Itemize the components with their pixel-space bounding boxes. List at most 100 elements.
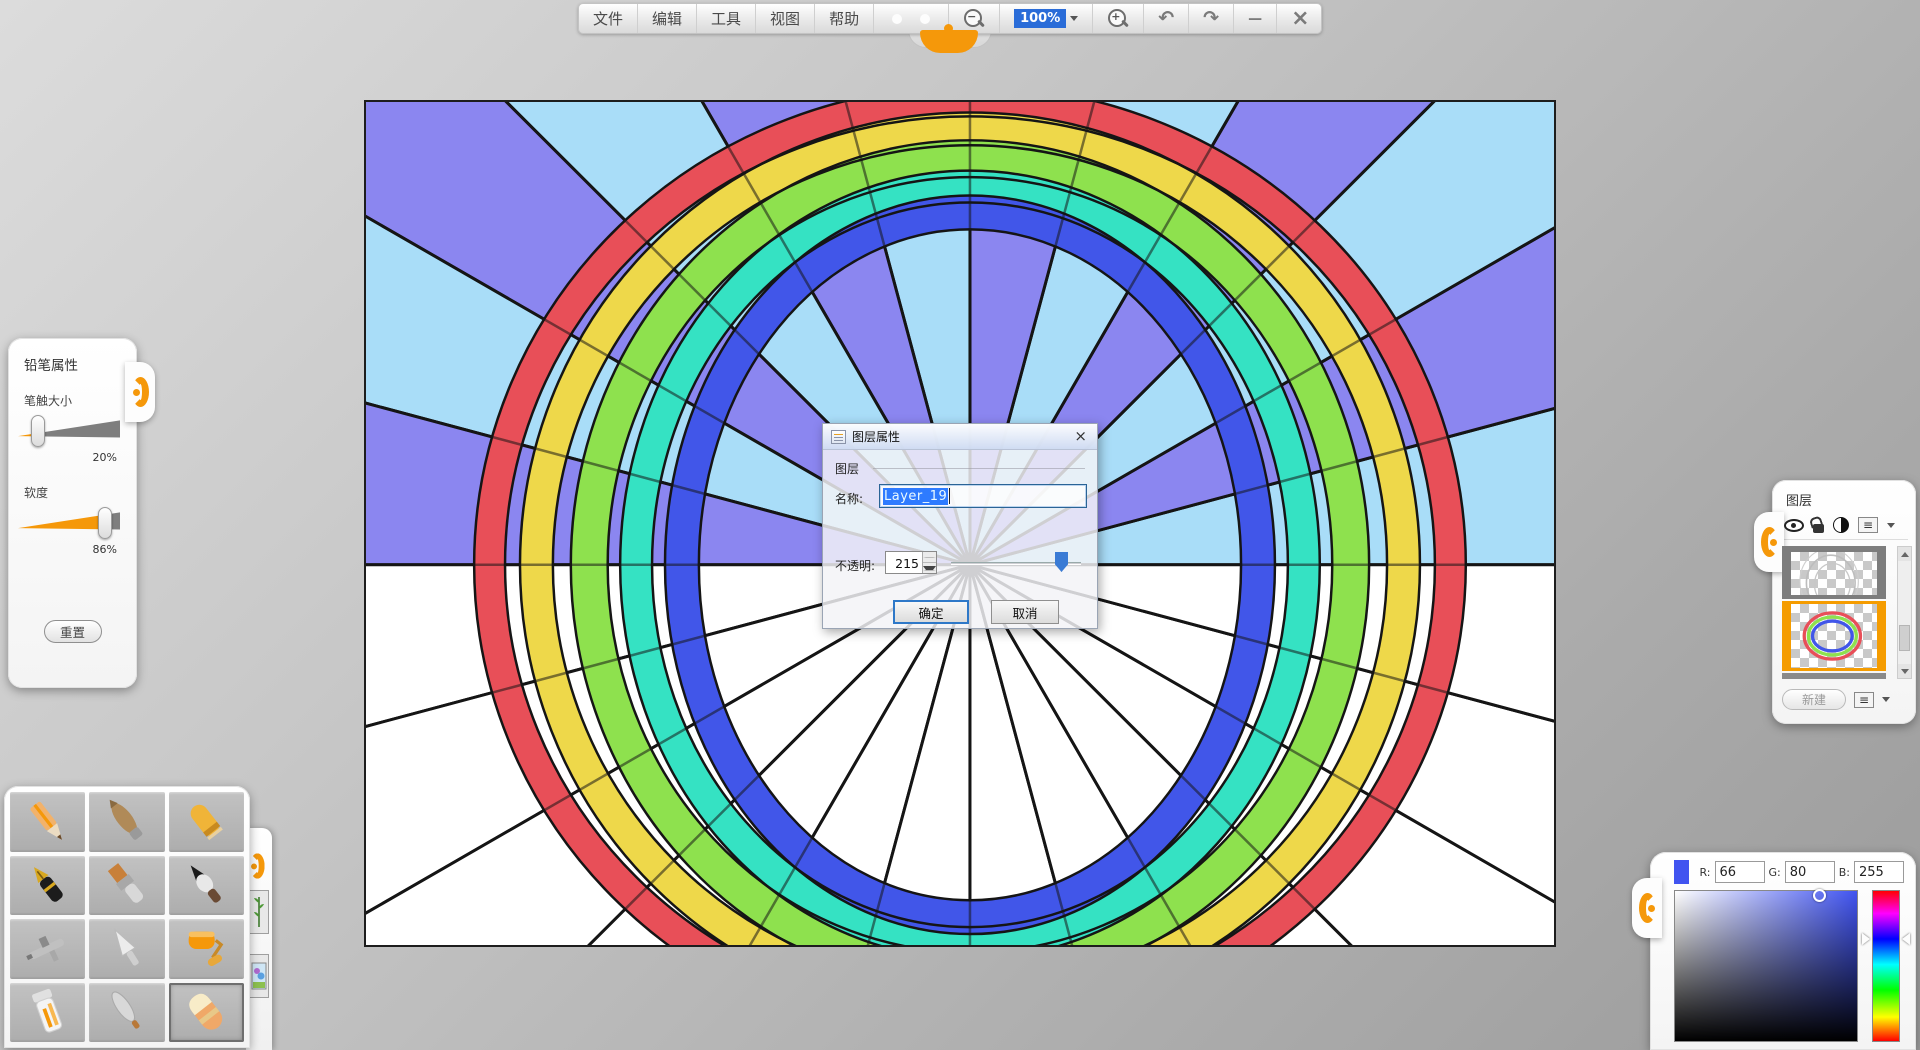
spin-down-icon[interactable] xyxy=(923,563,936,573)
panel-handle-icon xyxy=(1761,527,1778,557)
opacity-slider-thumb[interactable] xyxy=(1055,552,1068,572)
tool-ink-brush[interactable] xyxy=(169,856,244,916)
undo-button[interactable]: ↶ xyxy=(1144,4,1189,33)
menu-file[interactable]: 文件 xyxy=(579,4,638,33)
brush-size-slider[interactable] xyxy=(18,415,120,447)
panel-handle-icon xyxy=(1639,893,1656,923)
pencil-panel-title: 铅笔属性 xyxy=(24,354,127,374)
tool-fountain-pen[interactable] xyxy=(10,856,85,916)
hue-marker-left[interactable] xyxy=(1862,933,1870,945)
hue-marker-right[interactable] xyxy=(1902,933,1910,945)
layer-name-input[interactable]: Layer_19 xyxy=(879,484,1087,508)
fountain-pen-icon xyxy=(22,859,74,911)
sv-cursor[interactable] xyxy=(1813,889,1826,902)
redo-button[interactable]: ↷ xyxy=(1189,4,1234,33)
eraser-icon xyxy=(180,986,232,1038)
pencil-icon xyxy=(22,796,74,848)
selected-text: Layer_19 xyxy=(883,488,948,505)
tab-plant-stamps[interactable] xyxy=(249,890,269,934)
tool-palette-panel xyxy=(4,786,250,1048)
layers-panel-title: 图层 xyxy=(1786,490,1908,509)
tool-flat-brush[interactable] xyxy=(89,856,164,916)
softness-value: 86% xyxy=(18,543,117,556)
new-layer-button[interactable]: 新建 xyxy=(1782,689,1846,710)
carving-knife-icon xyxy=(101,986,153,1038)
panel-handle-icon xyxy=(250,853,264,879)
tool-charcoal-stick[interactable] xyxy=(89,792,164,852)
tool-airbrush[interactable] xyxy=(10,919,85,979)
unlock-icon[interactable] xyxy=(1813,524,1824,533)
zoom-level-value: 100% xyxy=(1014,9,1066,28)
visibility-eye-icon[interactable] xyxy=(1784,519,1804,532)
text-cursor xyxy=(949,488,950,504)
zoom-in-button[interactable]: + xyxy=(1093,4,1144,33)
paint-roller-icon xyxy=(180,923,232,975)
undo-icon: ↶ xyxy=(1158,9,1174,28)
scroll-up-icon[interactable] xyxy=(1898,547,1911,561)
tool-paint-roller[interactable] xyxy=(169,919,244,979)
spin-up-icon[interactable] xyxy=(923,552,936,563)
reset-button[interactable]: 重置 xyxy=(44,620,102,643)
brush-size-thumb[interactable] xyxy=(31,415,45,447)
picture-icon xyxy=(251,957,267,995)
softness-thumb[interactable] xyxy=(98,507,112,539)
layer-options-button[interactable]: ≡ xyxy=(1854,692,1874,708)
close-button[interactable]: × xyxy=(1277,4,1323,33)
ok-button[interactable]: 确定 xyxy=(893,600,969,624)
cancel-button[interactable]: 取消 xyxy=(991,600,1059,624)
r-label: R: xyxy=(1699,866,1710,879)
layer-thumbnail-partial[interactable] xyxy=(1782,673,1886,679)
layers-panel-tab[interactable] xyxy=(1754,512,1784,572)
menu-help[interactable]: 帮助 xyxy=(815,4,874,33)
g-input[interactable] xyxy=(1785,861,1835,883)
r-input[interactable] xyxy=(1715,861,1765,883)
tool-eraser[interactable] xyxy=(169,983,244,1043)
opacity-spinbox[interactable]: 215 xyxy=(885,551,937,574)
chevron-down-icon[interactable] xyxy=(1887,523,1895,528)
scroll-down-icon[interactable] xyxy=(1898,664,1911,678)
minimize-button[interactable]: — xyxy=(1234,4,1277,33)
saturation-value-square[interactable] xyxy=(1674,890,1858,1042)
hue-bar[interactable] xyxy=(1872,890,1900,1042)
tool-palette-knife[interactable] xyxy=(89,919,164,979)
layer-thumbnail-sketch[interactable] xyxy=(1782,546,1886,599)
palette-knife-icon xyxy=(101,923,153,975)
softness-label: 软度 xyxy=(24,484,127,501)
layer-list xyxy=(1782,546,1886,679)
brush-size-value: 20% xyxy=(18,451,117,464)
softness-slider[interactable] xyxy=(18,507,120,539)
zoom-in-icon: + xyxy=(1107,8,1129,30)
panel-handle-icon xyxy=(132,377,149,407)
flat-brush-icon xyxy=(101,859,153,911)
chevron-down-icon xyxy=(1070,16,1078,21)
menu-view[interactable]: 视图 xyxy=(756,4,815,33)
zoom-out-button[interactable]: − xyxy=(949,4,1000,33)
dialog-titlebar[interactable]: 图层属性 × xyxy=(823,424,1097,450)
b-label: B: xyxy=(1839,866,1850,879)
layers-panel: 图层 ≡ xyxy=(1772,480,1916,724)
mascot-face xyxy=(874,4,949,33)
scrollbar-thumb[interactable] xyxy=(1899,625,1910,651)
chevron-down-icon[interactable] xyxy=(1882,697,1890,702)
zoom-out-icon: − xyxy=(963,8,985,30)
menu-tools[interactable]: 工具 xyxy=(697,4,756,33)
redo-icon: ↷ xyxy=(1203,9,1219,28)
g-label: G: xyxy=(1769,866,1781,879)
tool-pencil[interactable] xyxy=(10,792,85,852)
rgb-row: R: G: B: xyxy=(1674,860,1904,884)
color-panel-tab[interactable] xyxy=(1632,878,1662,938)
close-icon: × xyxy=(1291,8,1309,30)
tool-paint-tube[interactable] xyxy=(10,983,85,1043)
menu-edit[interactable]: 编辑 xyxy=(638,4,697,33)
layer-menu-button[interactable]: ≡ xyxy=(1858,517,1878,533)
layer-thumbnail-rainbow[interactable] xyxy=(1782,601,1886,671)
tool-crayon[interactable] xyxy=(169,792,244,852)
b-input[interactable] xyxy=(1854,861,1904,883)
tool-carving-knife[interactable] xyxy=(89,983,164,1043)
zoom-level-dropdown[interactable]: 100% xyxy=(1000,4,1093,33)
dialog-close-icon[interactable]: × xyxy=(1072,429,1089,444)
tab-picture-stamps[interactable] xyxy=(249,954,269,998)
pencil-panel-tab[interactable] xyxy=(125,362,155,422)
blend-half-circle-icon[interactable] xyxy=(1833,517,1849,533)
layer-scrollbar[interactable] xyxy=(1897,546,1912,679)
